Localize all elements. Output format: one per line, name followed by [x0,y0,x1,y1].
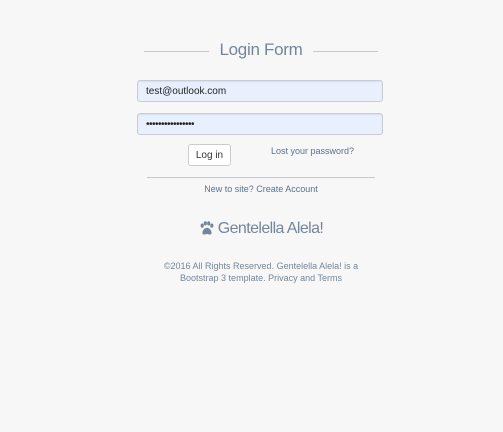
login-form-panel: Login Form Log in Lost your password? Ne… [137,40,385,283]
create-account-link[interactable]: Create Account [256,184,318,194]
brand-logo: Gentelella Alela! [137,220,385,241]
brand-name: Gentelella Alela! [217,220,324,237]
lost-password-link[interactable]: Lost your password? [271,146,354,156]
password-field[interactable] [137,113,383,135]
separator [147,177,375,178]
page-title: Login Form [219,40,303,59]
email-field[interactable] [137,80,383,102]
login-button[interactable]: Log in [188,144,231,166]
paw-icon [199,221,215,241]
register-prefix: New to site? [204,184,254,194]
copyright-text: ©2016 All Rights Reserved. Gentelella Al… [163,261,359,283]
form-heading: Login Form [137,40,385,64]
heading-line-right [313,51,378,52]
register-prompt: New to site? Create Account [137,184,385,194]
